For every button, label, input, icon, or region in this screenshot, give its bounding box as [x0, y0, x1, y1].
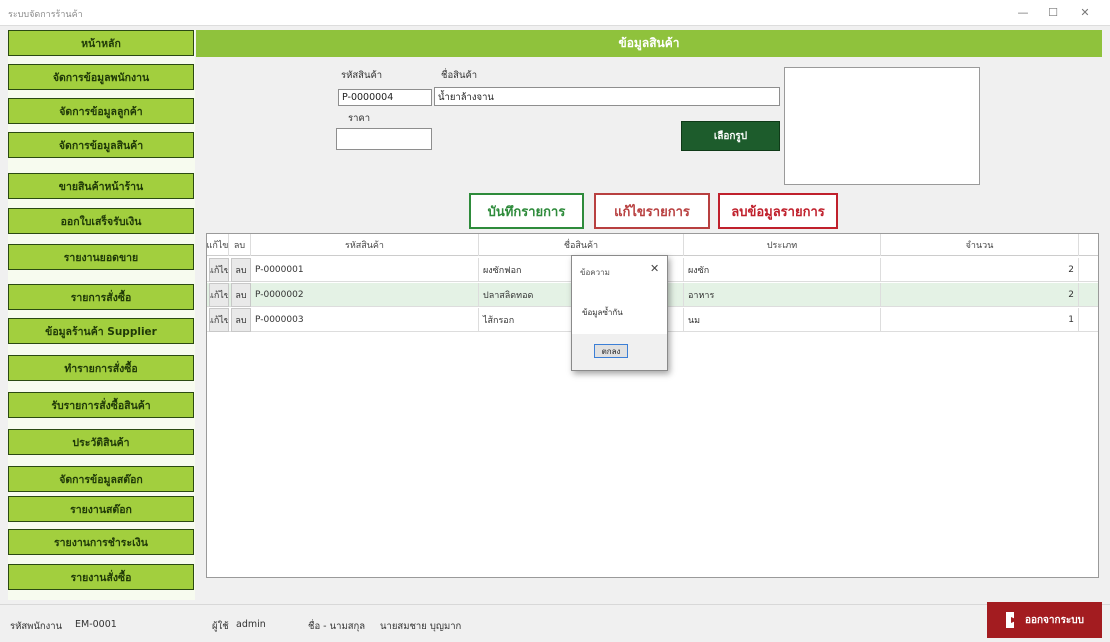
dialog-title: ข้อความ: [580, 268, 610, 277]
logout-label: ออกจากระบบ: [1024, 614, 1085, 626]
sidebar-item-stock-report[interactable]: รายงานสต๊อก: [8, 496, 194, 522]
row-type: อาหาร: [684, 283, 881, 307]
column-header-delete: ลบ: [229, 234, 251, 256]
row-qty: 2: [881, 258, 1079, 282]
dialog-close-icon[interactable]: ✕: [650, 262, 659, 275]
row-qty: 2: [881, 283, 1079, 307]
row-edit-button[interactable]: แก้ไข: [209, 308, 229, 332]
edit-button[interactable]: แก้ไขรายการ: [594, 193, 710, 229]
column-header-name: ชื่อสินค้า: [479, 234, 684, 256]
product-code-field[interactable]: P-0000004: [338, 89, 432, 106]
fullname-value: นายสมชาย บุญมาก: [380, 621, 462, 632]
window-titlebar: ระบบจัดการร้านค้า — ☐ ✕: [0, 0, 1110, 26]
logout-arrow-icon: [1005, 612, 1018, 628]
sidebar-item-product-history[interactable]: ประวัติสินค้า: [8, 429, 194, 455]
sidebar-item-customers[interactable]: จัดการข้อมูลลูกค้า: [8, 98, 194, 124]
dialog-ok-button[interactable]: ตกลง: [594, 344, 628, 358]
table-header: แก้ไข ลบ รหัสสินค้า ชื่อสินค้า ประเภท จำ…: [207, 234, 1098, 256]
price-field[interactable]: [336, 128, 432, 150]
sidebar-item-receive-order[interactable]: รับรายการสั่งซื้อสินค้า: [8, 392, 194, 418]
product-image-preview: [784, 67, 980, 185]
row-code: P-0000002: [251, 283, 479, 307]
row-code: P-0000001: [251, 258, 479, 282]
product-name-label: ชื่อสินค้า: [441, 70, 478, 81]
fullname-label: ชื่อ - นามสกุล: [308, 621, 366, 632]
maximize-button[interactable]: ☐: [1040, 4, 1066, 22]
employee-id-value: EM-0001: [75, 619, 117, 630]
row-type: นม: [684, 308, 881, 332]
sidebar-item-sales-report[interactable]: รายงานยอดขาย: [8, 244, 194, 270]
product-name-field[interactable]: น้ำยาล้างจาน: [434, 87, 780, 106]
sidebar: หน้าหลัก จัดการข้อมูลพนักงาน จัดการข้อมู…: [8, 30, 195, 600]
logout-button[interactable]: ออกจากระบบ: [987, 602, 1102, 638]
column-header-type: ประเภท: [684, 234, 881, 256]
sidebar-item-make-order[interactable]: ทำรายการสั่งซื้อ: [8, 355, 194, 381]
dialog-message: ข้อมูลซ้ำกัน: [582, 308, 623, 317]
sidebar-item-products[interactable]: จัดการข้อมูลสินค้า: [8, 132, 194, 158]
select-image-button[interactable]: เลือกรูป: [681, 121, 780, 151]
window-title: ระบบจัดการร้านค้า: [8, 10, 83, 20]
product-code-label: รหัสสินค้า: [341, 70, 383, 81]
row-delete-button[interactable]: ลบ: [231, 283, 251, 307]
user-value: admin: [236, 619, 266, 630]
sidebar-item-order-list[interactable]: รายการสั่งซื้อ: [8, 284, 194, 310]
row-delete-button[interactable]: ลบ: [231, 258, 251, 282]
row-edit-button[interactable]: แก้ไข: [209, 258, 229, 282]
row-edit-button[interactable]: แก้ไข: [209, 283, 229, 307]
close-button[interactable]: ✕: [1072, 4, 1098, 22]
sidebar-item-sell[interactable]: ขายสินค้าหน้าร้าน: [8, 173, 194, 199]
status-bar: รหัสพนักงาน EM-0001 ผู้ใช้ admin ชื่อ - …: [0, 604, 1110, 642]
column-header-qty: จำนวน: [881, 234, 1079, 256]
employee-id-label: รหัสพนักงาน: [10, 621, 63, 632]
column-header-edit: แก้ไข: [207, 234, 229, 256]
row-qty: 1: [881, 308, 1079, 332]
sidebar-item-receipt[interactable]: ออกใบเสร็จรับเงิน: [8, 208, 194, 234]
sidebar-item-employees[interactable]: จัดการข้อมูลพนักงาน: [8, 64, 194, 90]
sidebar-item-supplier[interactable]: ข้อมูลร้านค้า Supplier: [8, 318, 194, 344]
row-code: P-0000003: [251, 308, 479, 332]
sidebar-item-stock[interactable]: จัดการข้อมูลสต๊อก: [8, 466, 194, 492]
save-button[interactable]: บันทึกรายการ: [469, 193, 584, 229]
sidebar-item-payment-report[interactable]: รายงานการชำระเงิน: [8, 529, 194, 555]
row-type: ผงซัก: [684, 258, 881, 282]
message-dialog: ข้อความ ✕ ข้อมูลซ้ำกัน ตกลง: [571, 255, 668, 371]
page-title: ข้อมูลสินค้า: [196, 30, 1102, 57]
column-header-code: รหัสสินค้า: [251, 234, 479, 256]
user-label: ผู้ใช้: [212, 621, 229, 632]
sidebar-item-home[interactable]: หน้าหลัก: [8, 30, 194, 56]
row-delete-button[interactable]: ลบ: [231, 308, 251, 332]
minimize-button[interactable]: —: [1010, 4, 1036, 22]
delete-button[interactable]: ลบข้อมูลรายการ: [718, 193, 838, 229]
price-label: ราคา: [348, 113, 371, 124]
sidebar-item-order-report[interactable]: รายงานสั่งซื้อ: [8, 564, 194, 590]
